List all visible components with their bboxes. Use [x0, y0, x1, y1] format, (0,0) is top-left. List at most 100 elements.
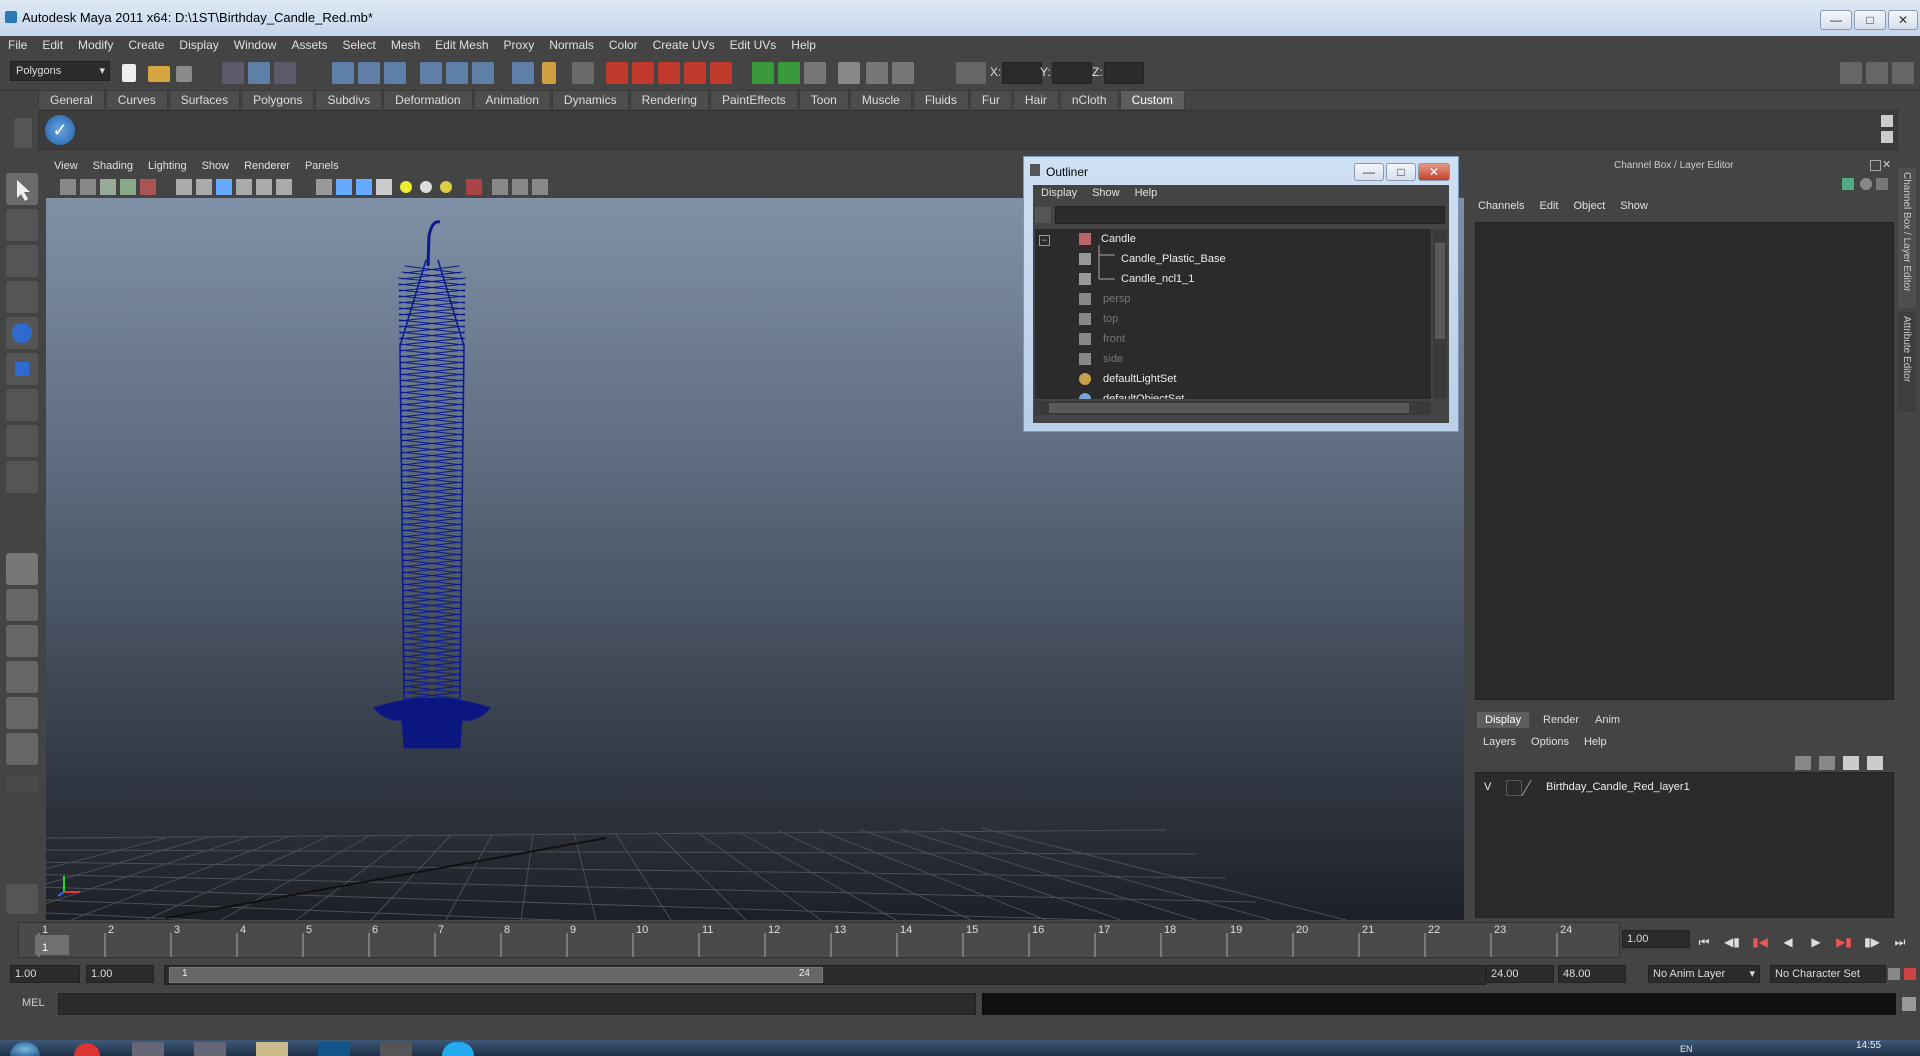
maximize-button[interactable]: □	[1854, 10, 1886, 30]
float-panel-icon[interactable]	[1870, 160, 1881, 171]
snap-grid-icon[interactable]	[332, 62, 354, 84]
viewport-menu-renderer[interactable]: Renderer	[236, 158, 297, 172]
render-globals-icon[interactable]	[892, 62, 914, 84]
xray-icon[interactable]	[492, 179, 508, 195]
hud-icon[interactable]	[532, 179, 548, 195]
go-to-start-icon[interactable]: ⏮	[1694, 932, 1714, 952]
current-time-field[interactable]: 1.00	[1622, 930, 1690, 948]
shelf-tab-curves[interactable]: Curves	[105, 90, 168, 109]
gate-mask-icon[interactable]	[236, 179, 252, 195]
wireframe-on-shaded-icon[interactable]	[356, 179, 372, 195]
snap-view-icon[interactable]	[472, 62, 494, 84]
step-back-frame-icon[interactable]: ▮◀	[1750, 932, 1770, 952]
time-slider[interactable]: 1 2 3 4 5 6 7 8 9 10 11 12 13 14 15 16 17 18 19 20 21 22 23 24 1	[18, 922, 1620, 958]
single-perspective-layout-icon[interactable]	[6, 553, 38, 585]
menu-assets[interactable]: Assets	[283, 36, 334, 52]
layer-menu-help[interactable]: Help	[1576, 734, 1614, 748]
close-button[interactable]: ✕	[1888, 10, 1918, 30]
construction-icon[interactable]	[632, 62, 654, 84]
layer-tab-display[interactable]: Display	[1477, 712, 1530, 728]
outliner-menu-show[interactable]: Show	[1084, 185, 1127, 199]
step-back-key-icon[interactable]: ◀▮	[1722, 932, 1742, 952]
clock[interactable]: 14:55	[1856, 1040, 1881, 1051]
go-to-end-icon[interactable]: ⏭	[1890, 932, 1910, 952]
outliner-vscrollbar[interactable]	[1433, 229, 1447, 399]
select-tool-icon[interactable]	[6, 173, 38, 205]
shelf-tab-fluids[interactable]: Fluids	[912, 90, 969, 109]
menu-window[interactable]: Window	[226, 36, 284, 52]
outliner-filter-field[interactable]	[1055, 206, 1445, 224]
channelbox-menu-object[interactable]: Object	[1565, 198, 1612, 212]
toolsettings-toggle-icon[interactable]	[1866, 62, 1888, 84]
outliner-item[interactable]: persp	[1079, 289, 1131, 309]
outliner-item[interactable]: defaultObjectSet	[1079, 389, 1184, 399]
layer-menu-layers[interactable]: Layers	[1475, 734, 1523, 748]
magnet-icon[interactable]	[710, 62, 732, 84]
explorer-task-icon[interactable]	[256, 1042, 288, 1056]
select-object-icon[interactable]	[248, 62, 270, 84]
play-forwards-icon[interactable]: ▶	[1806, 932, 1826, 952]
menu-create[interactable]: Create	[120, 36, 171, 52]
shelf-tab-surfaces[interactable]: Surfaces	[168, 90, 241, 109]
selection-mask-icon[interactable]	[572, 62, 594, 84]
outliner-item[interactable]: top	[1079, 309, 1118, 329]
camera-select-icon[interactable]	[60, 179, 76, 195]
outliner-close-button[interactable]: ✕	[1418, 163, 1450, 181]
shadows-icon[interactable]	[440, 181, 452, 193]
move-layer-down-icon[interactable]	[1819, 756, 1835, 770]
smooth-shade-icon[interactable]	[336, 179, 352, 195]
film-gate-icon[interactable]	[196, 179, 212, 195]
shelf-tab-painteffects[interactable]: PaintEffects	[709, 90, 798, 109]
joint-icon[interactable]	[684, 62, 706, 84]
shelf-tab-polygons[interactable]: Polygons	[241, 90, 315, 109]
y-field[interactable]	[1052, 62, 1092, 84]
outliner-filter-icon[interactable]	[1035, 207, 1051, 223]
viewport-menu-view[interactable]: View	[46, 158, 85, 172]
snap-surface-icon[interactable]	[446, 62, 468, 84]
transform-mode-icon[interactable]	[956, 62, 986, 84]
app-task-icon[interactable]	[380, 1042, 412, 1056]
close-panel-icon[interactable]: ✕	[1882, 158, 1891, 171]
viewport-menu-show[interactable]: Show	[194, 158, 237, 172]
shelf-scroll-up-icon[interactable]	[1881, 115, 1893, 127]
playback-start-field[interactable]: 1.00	[86, 965, 154, 983]
menu-proxy[interactable]: Proxy	[496, 36, 542, 52]
toolbox-bottom-icon[interactable]	[6, 884, 38, 914]
menu-file[interactable]: File	[0, 36, 34, 52]
shelf-tab-animation[interactable]: Animation	[473, 90, 551, 109]
xray-joints-icon[interactable]	[512, 179, 528, 195]
bookmarks-icon[interactable]	[100, 179, 116, 195]
photoshop-task-icon[interactable]	[318, 1042, 350, 1056]
graph-editor-layout-icon[interactable]	[6, 733, 38, 765]
character-set-dropdown[interactable]: No Character Set	[1770, 965, 1886, 983]
shelf-tab-hair[interactable]: Hair	[1012, 90, 1059, 109]
app-task-icon[interactable]	[194, 1042, 226, 1056]
menu-help[interactable]: Help	[783, 36, 823, 52]
select-component-icon[interactable]	[274, 62, 296, 84]
render-view-icon[interactable]	[752, 62, 774, 84]
start-button-icon[interactable]	[10, 1042, 40, 1056]
menu-edit[interactable]: Edit	[34, 36, 70, 52]
shelf-tab-general[interactable]: General	[38, 90, 105, 109]
step-forward-frame-icon[interactable]: ▶▮	[1834, 932, 1854, 952]
minimize-button[interactable]: —	[1820, 10, 1852, 30]
hypershade-icon[interactable]	[866, 62, 888, 84]
channelbox-menu-show[interactable]: Show	[1612, 198, 1655, 212]
menu-edit-mesh[interactable]: Edit Mesh	[427, 36, 495, 52]
ipr-render-icon[interactable]	[804, 62, 826, 84]
auto-key-icon[interactable]	[1888, 968, 1900, 980]
textured-icon[interactable]	[376, 179, 392, 195]
script-language-label[interactable]: MEL	[22, 997, 45, 1009]
menu-create-uvs[interactable]: Create UVs	[645, 36, 722, 52]
shelf-tab-subdivs[interactable]: Subdivs	[315, 90, 383, 109]
step-forward-key-icon[interactable]: ▮▶	[1862, 932, 1882, 952]
move-layer-up-icon[interactable]	[1795, 756, 1811, 770]
anim-layer-dropdown[interactable]: No Anim Layer ▾	[1648, 965, 1760, 983]
layer-visibility-toggle[interactable]: V	[1484, 781, 1491, 793]
outliner-menu-display[interactable]: Display	[1033, 185, 1084, 199]
layer-menu-options[interactable]: Options	[1523, 734, 1576, 748]
new-layer-selected-icon[interactable]	[1867, 756, 1883, 770]
outliner-item[interactable]: Candle	[1079, 229, 1136, 249]
shelf-menu-icon[interactable]	[14, 118, 32, 148]
menu-display[interactable]: Display	[171, 36, 225, 52]
